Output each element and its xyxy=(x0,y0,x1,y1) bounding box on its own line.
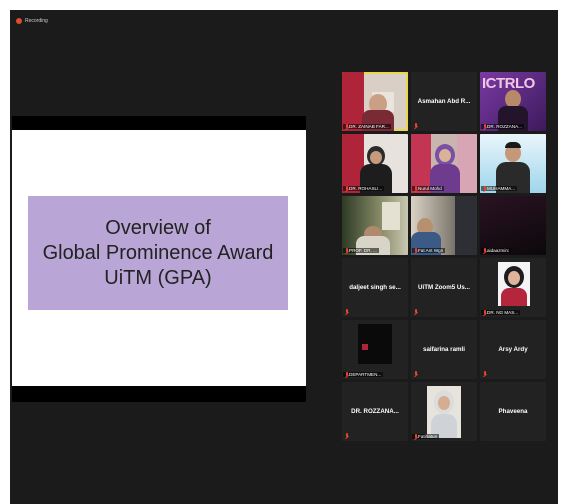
participant-name: UiTM Zoom5 Us... xyxy=(418,284,470,291)
participant-gallery: DR. ZAINAB FAR... Asmahan Abd R... ICTRL… xyxy=(342,72,548,444)
participant-video xyxy=(480,134,546,193)
slide-title: Overview of Global Prominence Award UiTM… xyxy=(42,216,274,289)
participant-label: DR. ROZZANA... xyxy=(481,124,524,129)
participant-label: aidaazmirc xyxy=(481,248,512,253)
muted-mic-icon xyxy=(483,248,486,253)
participant-video xyxy=(411,134,477,193)
participant-label: Nurul Mohd xyxy=(412,186,444,191)
muted-mic-icon xyxy=(483,371,486,376)
participant-label: DR. NG MAS... xyxy=(481,310,521,315)
participant-video xyxy=(411,382,477,441)
participant-tile[interactable]: Arsy Ardy xyxy=(480,320,546,379)
muted-mic-icon xyxy=(345,124,348,129)
shared-screen: Overview of Global Prominence Award UiTM… xyxy=(12,116,306,402)
participant-name: daljeet singh se... xyxy=(349,284,401,291)
participant-video xyxy=(342,134,408,193)
participant-video xyxy=(342,320,408,379)
muted-mic-icon xyxy=(483,124,486,129)
participant-tile[interactable]: Phaveena xyxy=(480,382,546,441)
participant-video xyxy=(342,196,408,255)
muted-mic-icon xyxy=(414,248,417,253)
slide-title-box: Overview of Global Prominence Award UiTM… xyxy=(28,196,288,310)
participant-label: DR. ZAINAB FAR... xyxy=(343,124,391,129)
participant-label: DEPARTMEN... xyxy=(343,372,384,377)
participant-name: Phaveena xyxy=(498,408,528,415)
participant-label: Fatihatun xyxy=(412,434,440,439)
participant-name: Asmahan Abd R... xyxy=(417,98,471,105)
background-text: ICTRLO xyxy=(482,75,535,92)
participant-tile[interactable]: aidaazmirc xyxy=(480,196,546,255)
participant-tile[interactable]: DR. NG MAS... xyxy=(480,258,546,317)
participant-label: MUHAMMA... xyxy=(481,186,518,191)
recording-indicator: Recording xyxy=(16,18,48,24)
muted-mic-icon xyxy=(345,309,348,314)
participant-name: DR. ROZZANA... xyxy=(351,408,399,415)
muted-mic-icon xyxy=(414,186,417,191)
muted-mic-icon xyxy=(345,433,348,438)
participant-tile[interactable]: PROF. DR. ... xyxy=(342,196,408,255)
muted-mic-icon xyxy=(414,371,417,376)
participant-video: ICTRLO xyxy=(480,72,546,131)
muted-mic-icon xyxy=(483,310,486,315)
participant-tile[interactable]: ICTRLO DR. ROZZANA... xyxy=(480,72,546,131)
participant-tile[interactable]: Asmahan Abd R... xyxy=(411,72,477,131)
participant-video xyxy=(411,196,477,255)
recording-label: Recording xyxy=(25,18,48,24)
participant-tile[interactable]: daljeet singh se... xyxy=(342,258,408,317)
participant-label: DR. ROHASLI... xyxy=(343,186,385,191)
muted-mic-icon xyxy=(345,248,348,253)
participant-tile[interactable]: MUHAMMA... xyxy=(480,134,546,193)
presentation-slide: Overview of Global Prominence Award UiTM… xyxy=(12,130,306,386)
participant-tile[interactable]: saifarina ramli xyxy=(411,320,477,379)
record-icon xyxy=(16,18,22,24)
participant-label: Fat Ant Wgn xyxy=(412,248,446,253)
participant-tile[interactable]: UiTM Zoom5 Us... xyxy=(411,258,477,317)
participant-video xyxy=(480,258,546,317)
participant-tile[interactable]: DR. ROZZANA... xyxy=(342,382,408,441)
participant-video xyxy=(480,196,546,255)
participant-tile[interactable]: DR. ROHASLI... xyxy=(342,134,408,193)
participant-tile[interactable]: Fat Ant Wgn xyxy=(411,196,477,255)
participant-video xyxy=(342,72,408,131)
participant-name: saifarina ramli xyxy=(423,346,465,353)
muted-mic-icon xyxy=(345,186,348,191)
participant-name: Arsy Ardy xyxy=(498,346,528,353)
muted-mic-icon xyxy=(414,434,417,439)
participant-tile[interactable]: DEPARTMEN... xyxy=(342,320,408,379)
muted-mic-icon xyxy=(414,309,417,314)
muted-mic-icon xyxy=(483,186,486,191)
participant-tile[interactable]: Nurul Mohd xyxy=(411,134,477,193)
zoom-meeting-window: Recording Overview of Global Prominence … xyxy=(10,10,558,504)
participant-label: PROF. DR. ... xyxy=(343,248,379,253)
muted-mic-icon xyxy=(345,372,348,377)
participant-tile[interactable]: DR. ZAINAB FAR... xyxy=(342,72,408,131)
participant-tile[interactable]: Fatihatun xyxy=(411,382,477,441)
muted-mic-icon xyxy=(414,123,417,128)
